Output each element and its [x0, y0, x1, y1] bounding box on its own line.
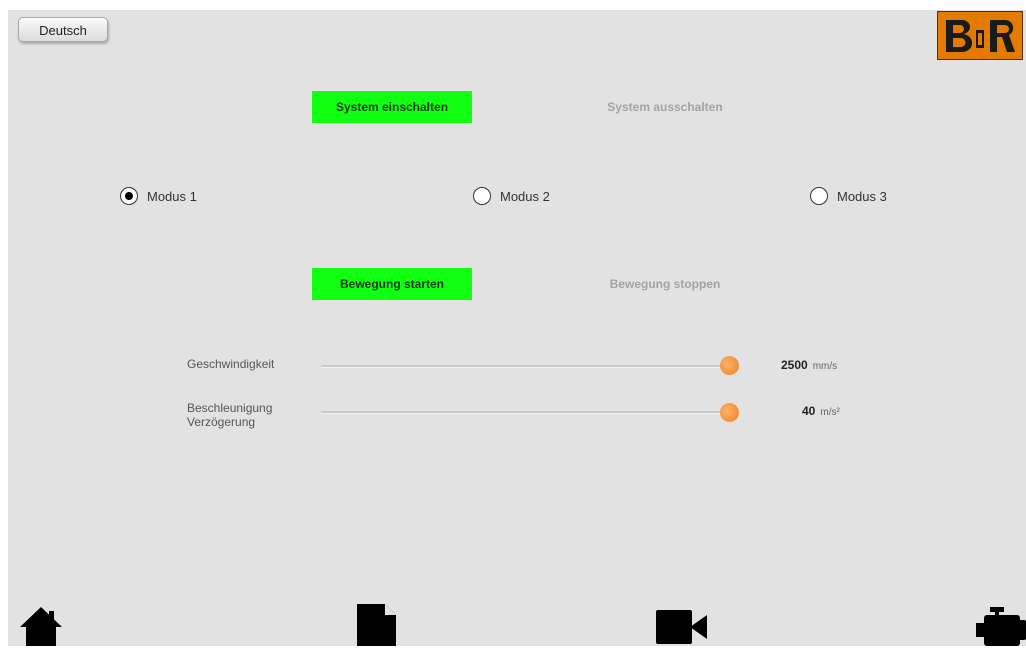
radio-circle — [120, 187, 138, 205]
speed-slider-thumb[interactable] — [719, 356, 739, 375]
language-button[interactable]: Deutsch — [18, 17, 108, 42]
logo-graphic — [946, 20, 1015, 52]
accel-label: Beschleunigung Verzögerung — [187, 401, 272, 429]
main-panel — [8, 10, 1026, 646]
motion-start-button[interactable]: Bewegung starten — [312, 268, 472, 300]
mode-1-radio[interactable]: Modus 1 — [120, 185, 197, 207]
accel-slider-track[interactable] — [321, 411, 729, 413]
speed-value-display: 2500 mm/s — [781, 358, 837, 372]
system-on-button[interactable]: System einschalten — [312, 91, 472, 123]
accel-slider-thumb[interactable] — [719, 403, 739, 422]
radio-circle — [473, 187, 491, 205]
mode-1-label: Modus 1 — [147, 188, 197, 204]
radio-selected-dot — [125, 192, 133, 200]
system-off-button[interactable]: System ausschalten — [585, 91, 745, 123]
document-icon[interactable] — [357, 604, 397, 651]
motion-stop-button[interactable]: Bewegung stoppen — [585, 268, 745, 300]
accel-label-line2: Verzögerung — [187, 415, 256, 429]
radio-circle — [810, 187, 828, 205]
speed-value: 2500 — [781, 358, 808, 372]
home-icon[interactable] — [18, 605, 64, 651]
mode-2-label: Modus 2 — [500, 188, 550, 204]
speed-unit: mm/s — [812, 361, 838, 372]
mode-3-label: Modus 3 — [837, 188, 887, 204]
speed-slider-track[interactable] — [321, 365, 729, 367]
video-camera-icon[interactable] — [656, 610, 708, 649]
mode-2-radio[interactable]: Modus 2 — [473, 185, 550, 207]
accel-value: 40 — [802, 404, 816, 418]
accel-unit: m/s² — [820, 407, 840, 418]
speed-label: Geschwindigkeit — [187, 357, 275, 371]
mode-3-radio[interactable]: Modus 3 — [810, 185, 887, 207]
br-logo — [937, 11, 1023, 60]
engine-icon[interactable] — [976, 605, 1026, 651]
accel-label-line1: Beschleunigung — [187, 401, 273, 415]
accel-value-display: 40 m/s² — [802, 404, 840, 418]
